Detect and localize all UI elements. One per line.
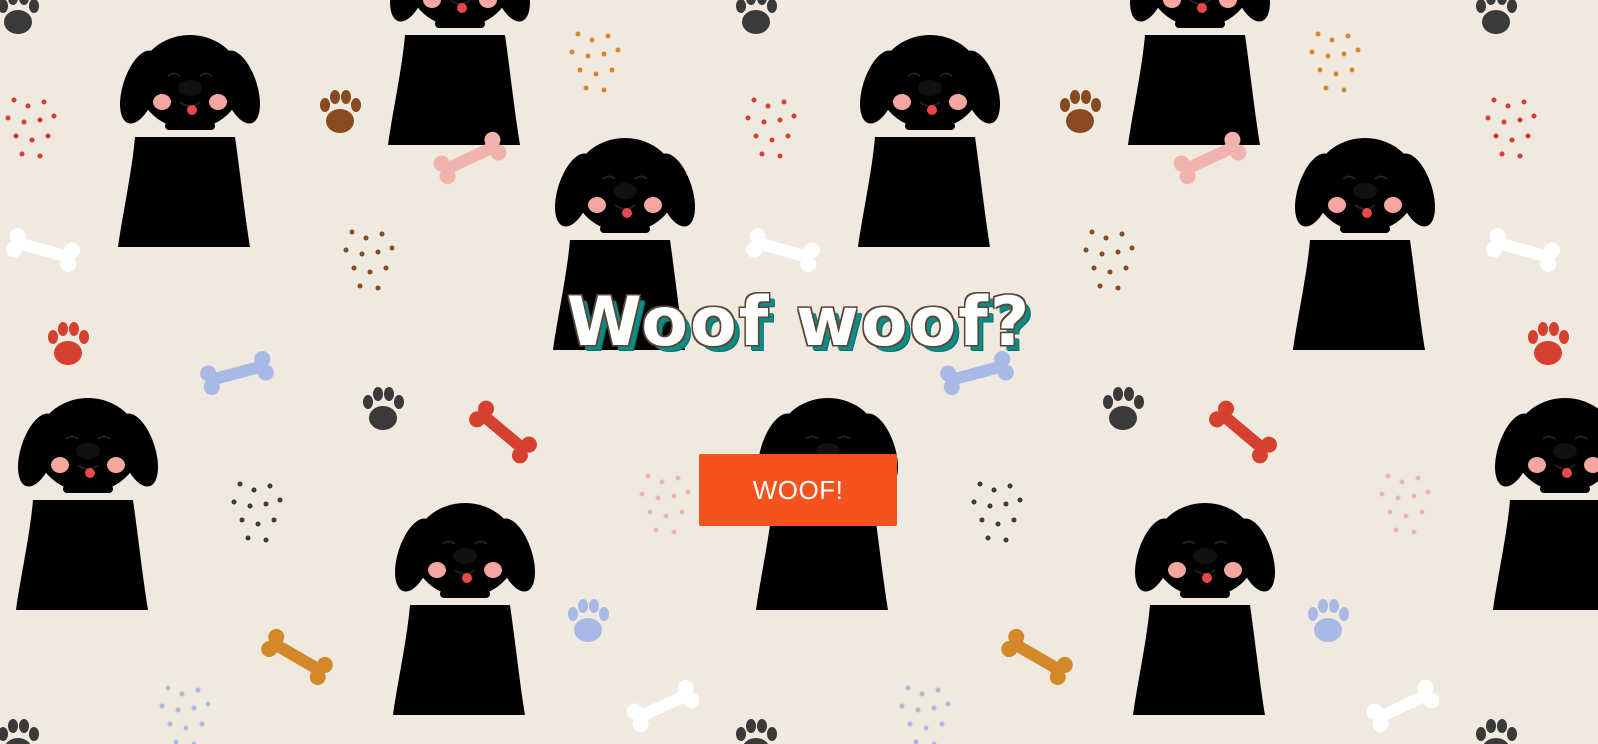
dots-icon (231, 481, 283, 543)
paw-print-icon (1308, 599, 1349, 642)
dog-icon (381, 0, 539, 146)
dog-icon (9, 397, 167, 611)
paw-print-icon (363, 387, 404, 430)
page-heading: Woof woof? (566, 283, 1032, 362)
bone-icon (258, 626, 336, 688)
paw-print-icon (1476, 719, 1517, 744)
dots-icon (1485, 97, 1537, 159)
bone-icon (1364, 677, 1442, 735)
dots-icon (569, 31, 621, 93)
dog-icon (1486, 397, 1598, 611)
woof-button[interactable]: WOOF! (699, 454, 897, 526)
dots-icon (1309, 31, 1361, 93)
bone-icon (4, 226, 82, 274)
dots-icon (745, 97, 797, 159)
bone-icon (1171, 129, 1249, 187)
dog-icon (386, 502, 544, 716)
dots-icon (639, 473, 691, 535)
paw-print-icon (736, 719, 777, 744)
paw-print-icon (736, 0, 777, 34)
bone-icon (465, 397, 541, 467)
paw-print-icon (568, 599, 609, 642)
dog-icon (111, 34, 269, 248)
paw-print-icon (1103, 387, 1144, 430)
paw-print-icon (0, 719, 39, 744)
dog-icon (1126, 502, 1284, 716)
dog-icon (1121, 0, 1279, 146)
dots-icon (159, 685, 211, 744)
bone-icon (744, 226, 822, 274)
paw-print-icon (0, 0, 39, 34)
bone-icon (624, 677, 702, 735)
dots-icon (899, 685, 951, 744)
bone-icon (1484, 226, 1562, 274)
paw-print-icon (1476, 0, 1517, 34)
dots-icon (971, 481, 1023, 543)
dog-icon (851, 34, 1009, 248)
bone-icon (431, 129, 509, 187)
paw-print-icon (320, 90, 361, 133)
bone-icon (998, 626, 1076, 688)
dog-pattern-background (0, 0, 1598, 744)
bone-icon (1205, 397, 1281, 467)
paw-print-icon (1060, 90, 1101, 133)
dots-icon (1379, 473, 1431, 535)
dots-icon (5, 97, 57, 159)
